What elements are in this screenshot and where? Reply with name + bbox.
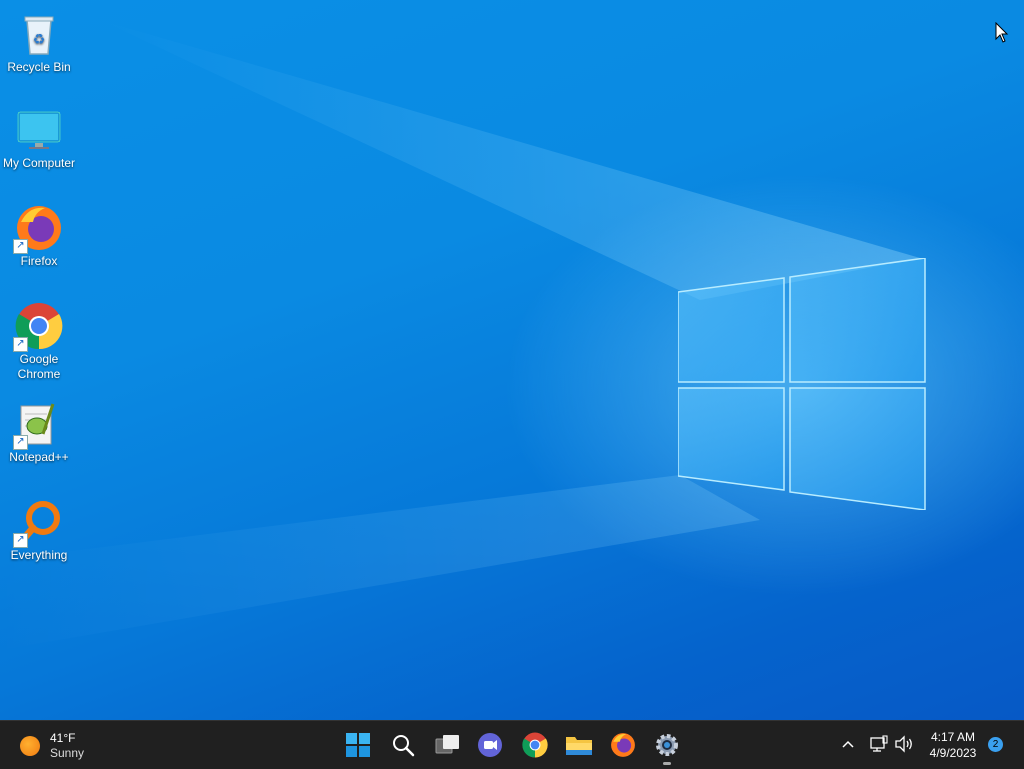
taskbar-clock[interactable]: 4:17 AM 4/9/2023 [920,729,986,761]
taskbar: 41°F Sunny 4:17 AM 4/9/2023 2 [0,720,1024,769]
shortcut-arrow-icon: ↗ [13,533,28,548]
chrome-icon: ↗ [13,302,63,352]
start-button[interactable] [342,729,374,761]
shortcut-arrow-icon: ↗ [13,337,28,352]
file-explorer-button[interactable] [563,729,595,761]
computer-monitor-icon [15,106,63,154]
clock-time: 4:17 AM [930,730,976,744]
svg-text:♻: ♻ [33,32,46,48]
notepad-plus-plus-icon: ↗ [13,400,63,450]
taskbar-firefox-button[interactable] [607,729,639,761]
weather-temperature: 41°F [50,731,76,745]
volume-button[interactable] [893,733,915,755]
desktop-icon-notepad-plus-plus[interactable]: ↗ Notepad++ [0,400,78,465]
windows-start-icon [346,733,370,757]
notification-badge[interactable]: 2 [988,737,1003,752]
everything-search-icon: ↗ [13,498,63,548]
chat-button[interactable] [474,729,506,761]
clock-date: 4/9/2023 [929,746,977,760]
desktop-icon-my-computer[interactable]: My Computer [0,106,78,171]
desktop-icon-label: Notepad++ [9,450,69,464]
search-icon [393,735,415,757]
speaker-icon [895,735,912,753]
firefox-icon [611,733,635,757]
desktop-icon-recycle-bin[interactable]: ♻ Recycle Bin [0,10,78,75]
desktop-icon-label: Recycle Bin [7,60,71,74]
firefox-icon: ↗ [13,204,63,254]
windows-logo-wallpaper [678,258,926,510]
mouse-cursor-icon [995,22,1009,43]
desktop-icon-firefox[interactable]: ↗ Firefox [0,204,78,269]
desktop-icon-label: Everything [10,548,68,562]
show-hidden-icons-button[interactable] [837,733,859,755]
settings-button[interactable] [651,729,683,761]
network-icon [870,735,888,752]
network-status-button[interactable] [868,733,890,755]
teams-chat-icon [478,733,502,757]
desktop-icon-label: Firefox [20,254,58,268]
desktop-icon-google-chrome[interactable]: ↗ Google Chrome [0,302,78,382]
weather-condition: Sunny [50,746,85,760]
weather-widget[interactable]: 41°F Sunny [20,731,84,761]
desktop-icon-everything[interactable]: ↗ Everything [0,498,78,563]
folder-icon [566,737,592,755]
chrome-icon [522,732,548,758]
task-view-icon [435,735,459,754]
sun-icon [20,736,40,756]
shortcut-arrow-icon: ↗ [13,435,28,450]
taskbar-chrome-button[interactable] [519,729,551,761]
desktop-icon-label: My Computer [2,156,76,170]
active-app-indicator [663,762,671,765]
search-button[interactable] [387,729,419,761]
gear-icon [656,734,678,756]
recycle-bin-icon: ♻ [15,10,63,58]
task-view-button[interactable] [431,729,463,761]
shortcut-arrow-icon: ↗ [13,239,28,254]
desktop-icon-label: Google Chrome [17,352,61,381]
chevron-up-icon [842,740,854,748]
